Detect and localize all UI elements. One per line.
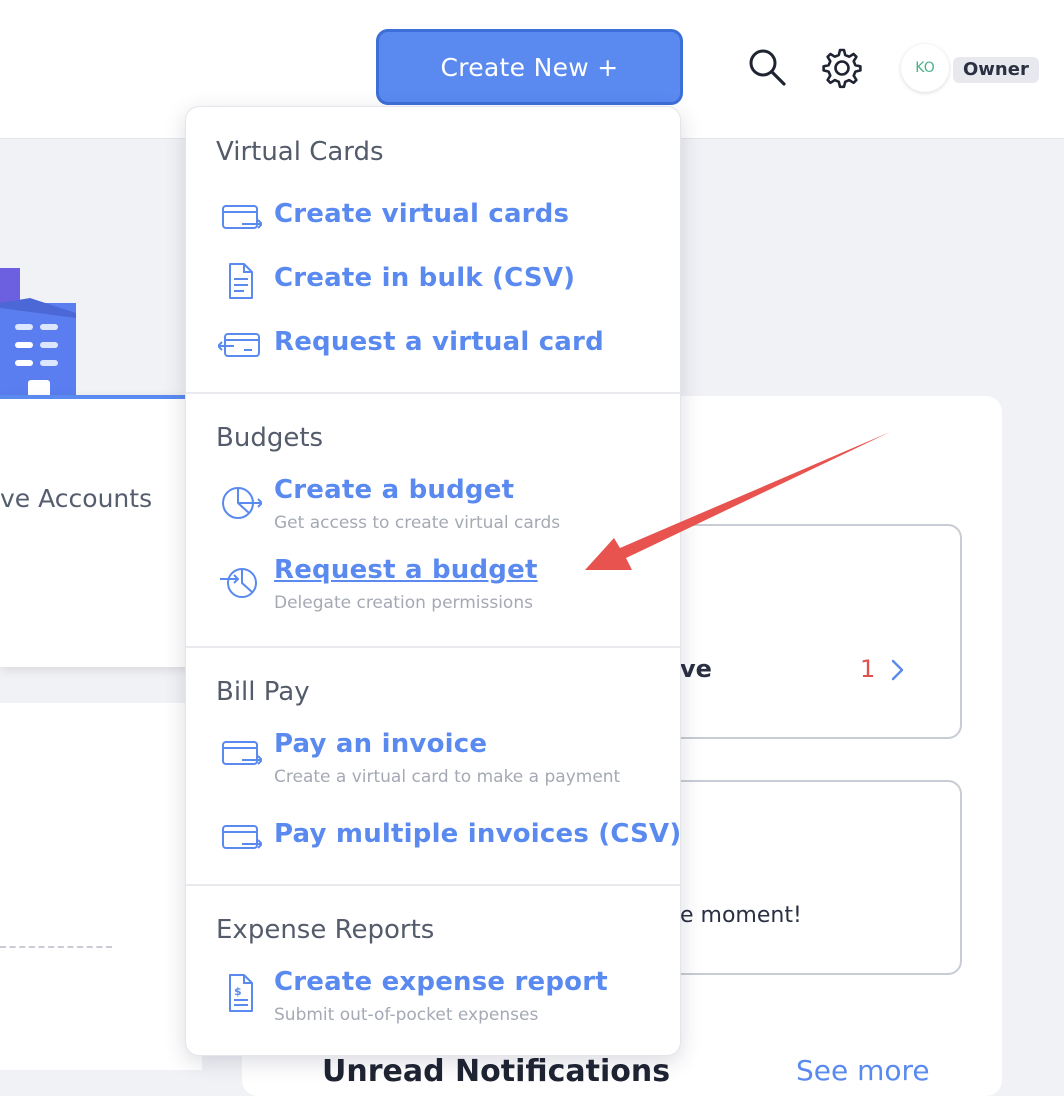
document-icon: [229, 263, 253, 299]
card-arrow-icon: [222, 205, 262, 229]
svg-text:$: $: [234, 985, 242, 998]
receipt-dollar-icon: $: [229, 974, 253, 1012]
menu-item-label[interactable]: Request a virtual card: [274, 327, 604, 357]
gear-icon[interactable]: [820, 46, 862, 89]
see-more-link[interactable]: See more: [796, 1054, 930, 1087]
annotation-arrow-icon: [585, 432, 890, 570]
menu-item-label[interactable]: Create in bulk (CSV): [274, 263, 575, 293]
menu-item-label[interactable]: Pay multiple invoices (CSV): [274, 819, 681, 849]
card-arrow-icon: [222, 825, 262, 849]
avatar[interactable]: KO: [901, 44, 949, 92]
notifications-title: Unread Notifications: [322, 1054, 671, 1089]
menu-divider: [186, 646, 680, 648]
menu-item-label[interactable]: Pay an invoice: [274, 729, 487, 759]
menu-item-description: Delegate creation permissions: [274, 593, 533, 613]
approvals-count: 1: [860, 655, 876, 683]
accounts-card[interactable]: [0, 395, 190, 667]
role-badge: Owner: [953, 57, 1039, 83]
pie-chart-request-icon: [220, 568, 257, 598]
menu-divider: [186, 392, 680, 394]
section-title-budgets: Budgets: [216, 423, 324, 453]
card-request-icon: [218, 333, 260, 357]
menu-item-description: Submit out-of-pocket expenses: [274, 1005, 539, 1025]
accounts-card-label: ve Accounts: [0, 484, 153, 513]
pie-chart-arrow-icon: [222, 487, 262, 519]
building-illustration: [0, 268, 76, 398]
menu-item-description: Create a virtual card to make a payment: [274, 767, 621, 787]
menu-item-label[interactable]: Create virtual cards: [274, 199, 569, 229]
menu-item-description: Get access to create virtual cards: [274, 513, 561, 533]
create-new-button[interactable]: Create New +: [376, 29, 683, 105]
search-icon[interactable]: [746, 46, 788, 88]
menu-divider: [186, 884, 680, 886]
section-title-bill-pay: Bill Pay: [216, 677, 310, 707]
left-panel: [0, 703, 202, 1070]
status-message: e moment!: [680, 903, 802, 928]
approvals-label: ve: [680, 655, 712, 683]
section-title-expense-reports: Expense Reports: [216, 915, 435, 945]
menu-item-label[interactable]: Request a budget: [274, 555, 538, 585]
menu-item-label[interactable]: Create a budget: [274, 475, 514, 505]
chevron-right-icon[interactable]: [888, 657, 908, 683]
menu-item-label[interactable]: Create expense report: [274, 967, 608, 997]
divider: [0, 946, 112, 948]
status-card: [640, 780, 962, 975]
card-arrow-icon: [222, 741, 262, 765]
section-title-virtual-cards: Virtual Cards: [216, 137, 384, 167]
